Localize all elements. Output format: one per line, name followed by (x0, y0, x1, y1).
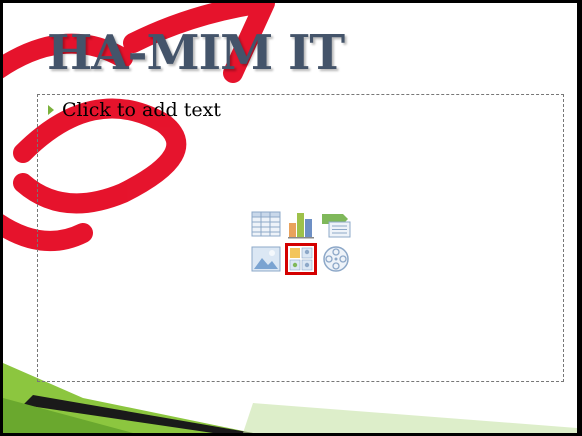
insert-media-icon[interactable] (320, 243, 352, 275)
placeholder-bullet: Click to add text (48, 99, 221, 121)
placeholder-prompt-text[interactable]: Click to add text (62, 99, 221, 121)
insert-picture-icon[interactable] (250, 243, 282, 275)
insert-chart-icon[interactable] (285, 208, 317, 240)
content-placeholder[interactable]: Click to add text (37, 94, 564, 382)
bullet-arrow-icon (48, 105, 54, 115)
insert-clip-art-icon[interactable] (285, 243, 317, 275)
insert-smartart-icon[interactable] (320, 208, 352, 240)
insert-table-icon[interactable] (250, 208, 282, 240)
slide-canvas: HA-MIM IT Click to add text (3, 3, 577, 433)
insert-content-icons (250, 208, 354, 275)
slide-title[interactable]: HA-MIM IT (47, 25, 345, 81)
